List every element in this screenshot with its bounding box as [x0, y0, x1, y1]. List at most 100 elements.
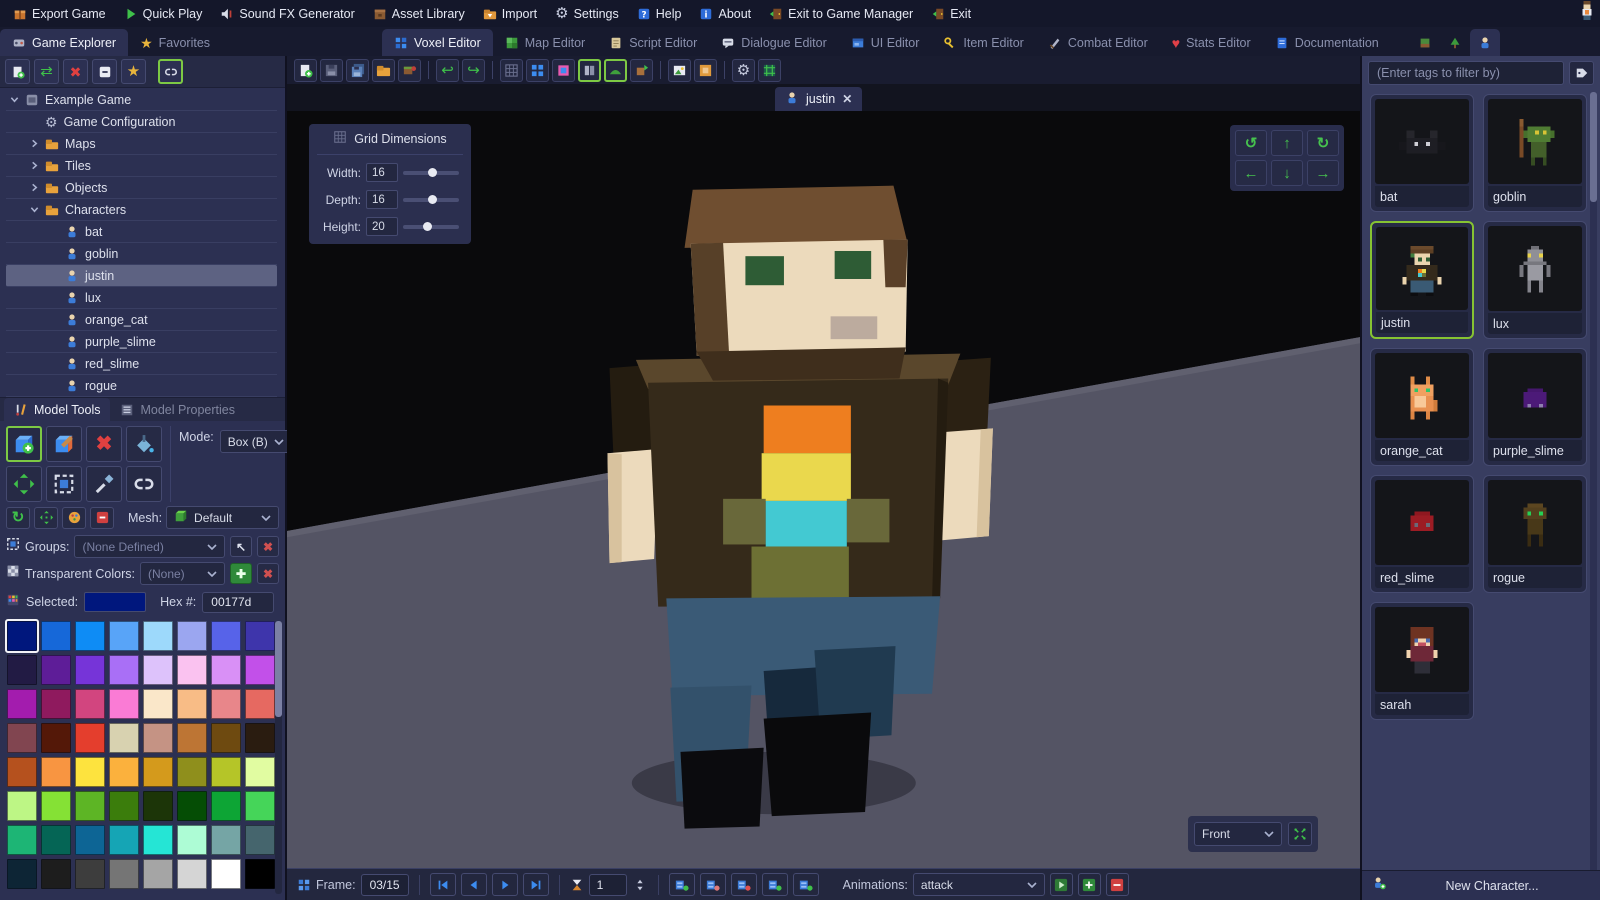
palette-color-43[interactable]	[109, 791, 139, 821]
palette-color-4[interactable]	[143, 621, 173, 651]
move-up-button[interactable]: ↑	[1271, 130, 1303, 156]
character-card-sarah[interactable]: sarah	[1370, 602, 1474, 720]
tree-item-example-game[interactable]: Example Game	[6, 89, 277, 111]
tab-justin[interactable]: justin ✕	[775, 87, 862, 111]
palette-color-60[interactable]	[143, 859, 173, 889]
palette-color-63[interactable]	[245, 859, 275, 889]
palette-color-62[interactable]	[211, 859, 241, 889]
tree-expander-icon[interactable]	[30, 205, 39, 214]
rotate-cube-button[interactable]	[630, 59, 653, 82]
palette-color-40[interactable]	[7, 791, 37, 821]
palette-color-0[interactable]	[7, 621, 37, 651]
palette-color-36[interactable]	[143, 757, 173, 787]
hex-input[interactable]: 00177d	[202, 592, 274, 613]
transparent-colors-select[interactable]: (None)	[140, 562, 225, 585]
rotate-cw-button[interactable]: ↻	[1307, 130, 1339, 156]
tool-add-voxel[interactable]	[6, 426, 42, 462]
editor-settings-button[interactable]: ⚙	[732, 59, 755, 82]
resize-grid-button[interactable]	[758, 59, 781, 82]
explorer-link-button[interactable]	[158, 59, 183, 84]
tool-erase-voxel[interactable]: ✖	[86, 426, 122, 462]
move-left-button[interactable]: ←	[1235, 160, 1267, 186]
tree-item-goblin[interactable]: goblin	[6, 243, 277, 265]
tree-expander-icon[interactable]	[30, 139, 39, 148]
rotate-model-button[interactable]: ↻	[6, 507, 30, 529]
move-frame-right-button[interactable]	[793, 873, 819, 896]
character-card-red-slime[interactable]: red_slime	[1370, 475, 1474, 593]
tag-filter-input[interactable]	[1368, 61, 1564, 85]
tool-select-box[interactable]	[46, 466, 82, 502]
explorer-add-asset-button[interactable]	[5, 59, 30, 84]
tool-mirror-tool[interactable]	[126, 466, 162, 502]
palette-color-27[interactable]	[109, 723, 139, 753]
character-card-orange-cat[interactable]: orange_cat	[1370, 348, 1474, 466]
palette-color-31[interactable]	[245, 723, 275, 753]
palette-color-32[interactable]	[7, 757, 37, 787]
menu-settings[interactable]: ⚙Settings	[546, 0, 628, 27]
palette-color-34[interactable]	[75, 757, 105, 787]
palette-color-14[interactable]	[211, 655, 241, 685]
grid-dim-value[interactable]: 20	[366, 217, 398, 236]
move-frame-left-button[interactable]	[762, 873, 788, 896]
palette-color-3[interactable]	[109, 621, 139, 651]
new-model-button[interactable]	[294, 59, 317, 82]
voxel-viewport[interactable]: Grid Dimensions Width: 16 Depth: 16 Heig…	[287, 111, 1360, 868]
save-as-button[interactable]	[346, 59, 369, 82]
tab-game-explorer[interactable]: Game Explorer	[0, 29, 128, 56]
palette-color-13[interactable]	[177, 655, 207, 685]
palette-color-50[interactable]	[75, 825, 105, 855]
palette-color-16[interactable]	[7, 689, 37, 719]
tab-favorites[interactable]: ★Favorites	[128, 29, 222, 56]
undo-button[interactable]: ↩	[436, 59, 459, 82]
delay-spinner[interactable]	[632, 878, 648, 892]
palette-color-23[interactable]	[245, 689, 275, 719]
export-model-button[interactable]	[398, 59, 421, 82]
skip-start-button[interactable]	[430, 873, 456, 896]
tab-model-properties[interactable]: Model Properties	[110, 398, 245, 421]
palette-color-17[interactable]	[41, 689, 71, 719]
tab-ui-editor[interactable]: UI Editor	[839, 29, 932, 56]
palette-color-1[interactable]	[41, 621, 71, 651]
palette-color-19[interactable]	[109, 689, 139, 719]
delete-group-button[interactable]: ✖	[257, 536, 279, 557]
palette-color-5[interactable]	[177, 621, 207, 651]
palette-color-2[interactable]	[75, 621, 105, 651]
mirror-mode-button[interactable]	[578, 59, 601, 82]
palette-color-15[interactable]	[245, 655, 275, 685]
palette-color-61[interactable]	[177, 859, 207, 889]
new-character-button[interactable]: New Character...	[1362, 870, 1600, 900]
tab-voxel-editor[interactable]: Voxel Editor	[382, 29, 493, 56]
frame-delay-input[interactable]: 1	[589, 874, 627, 896]
clone-frame-button[interactable]	[700, 873, 726, 896]
menu-asset-library[interactable]: Asset Library	[364, 0, 474, 27]
anim-remove-button[interactable]	[1106, 873, 1129, 896]
tree-expander-icon[interactable]	[30, 161, 39, 170]
palette-color-22[interactable]	[211, 689, 241, 719]
character-card-lux[interactable]: lux	[1483, 221, 1587, 339]
gallery-tab-tiles-gallery[interactable]	[1410, 29, 1440, 56]
animation-select[interactable]: attack	[913, 873, 1045, 896]
character-card-goblin[interactable]: goblin	[1483, 94, 1587, 212]
palette-color-59[interactable]	[109, 859, 139, 889]
palette-color-10[interactable]	[75, 655, 105, 685]
palette-color-39[interactable]	[245, 757, 275, 787]
rotate-ccw-button[interactable]: ↺	[1235, 130, 1267, 156]
skip-end-button[interactable]	[523, 873, 549, 896]
tool-eyedropper[interactable]	[86, 466, 122, 502]
center-view-button[interactable]	[1288, 822, 1312, 846]
palette-color-56[interactable]	[7, 859, 37, 889]
tree-item-tiles[interactable]: Tiles	[6, 155, 277, 177]
palette-color-42[interactable]	[75, 791, 105, 821]
palette-color-53[interactable]	[177, 825, 207, 855]
palette-color-38[interactable]	[211, 757, 241, 787]
background-image-button[interactable]	[668, 59, 691, 82]
menu-exit[interactable]: Exit	[922, 0, 980, 27]
menu-export-game[interactable]: Export Game	[4, 0, 115, 27]
palette-color-47[interactable]	[245, 791, 275, 821]
floor-mode-button[interactable]	[604, 59, 627, 82]
remove-color-button[interactable]	[90, 507, 114, 529]
tree-item-game-configuration[interactable]: ⚙Game Configuration	[6, 111, 277, 133]
grid-dim-slider[interactable]	[403, 225, 459, 229]
palette-color-55[interactable]	[245, 825, 275, 855]
move-down-button[interactable]: ↓	[1271, 160, 1303, 186]
